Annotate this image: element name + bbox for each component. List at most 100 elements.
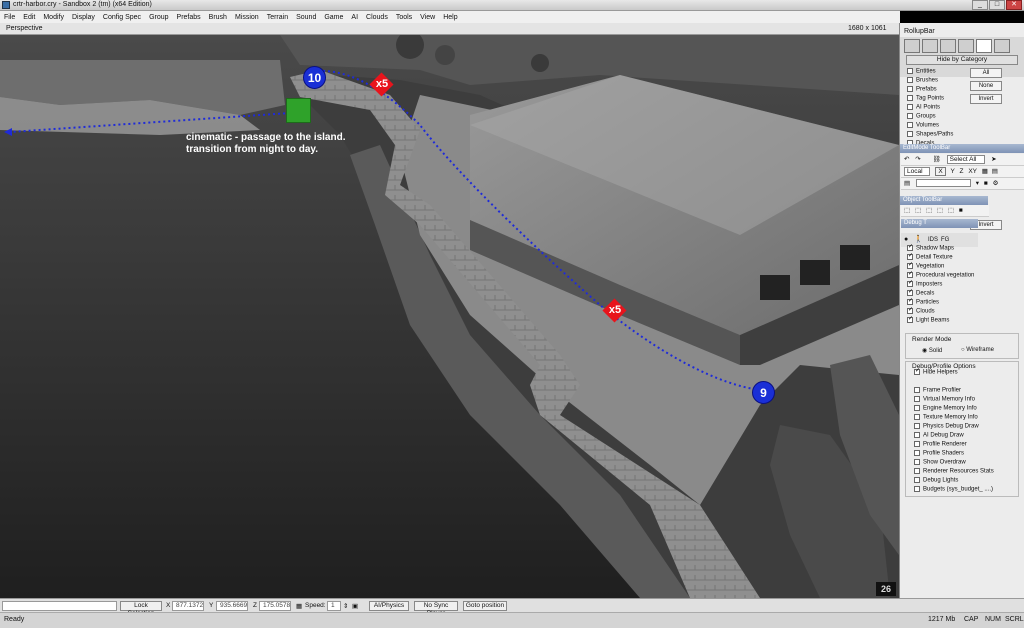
object-toolbar-title[interactable]: Object ToolBar (900, 196, 988, 205)
menu-clouds[interactable]: Clouds (362, 14, 392, 21)
opt-show-overdraw[interactable]: Show Overdraw (914, 459, 1024, 468)
hide-by-category-header[interactable]: Hide by Category (906, 55, 1018, 65)
menu-terrain[interactable]: Terrain (263, 14, 292, 21)
record-icon[interactable]: ● (904, 236, 908, 243)
menu-modify[interactable]: Modify (39, 14, 68, 21)
hide-helpers-checkbox[interactable]: Hide Helpers (914, 367, 1024, 378)
menu-config-spec[interactable]: Config Spec (99, 14, 145, 21)
opt-physics-debug-draw[interactable]: Physics Debug Draw (914, 423, 1024, 432)
debug-detail-texture[interactable]: Detail Texture (907, 252, 1017, 263)
settings-tab-icon[interactable] (994, 39, 1010, 53)
ai-physics-button[interactable]: AI/Physics (369, 601, 409, 611)
waypoint-9[interactable]: 9 (752, 381, 775, 404)
render-wireframe-radio[interactable]: ○ Wireframe (961, 347, 994, 353)
align-icon[interactable]: ⬚ (915, 207, 921, 214)
terrain-snap-icon[interactable]: ▦ (982, 168, 988, 175)
speed-field[interactable]: 1 (327, 601, 341, 611)
layer-icon[interactable]: ▤ (904, 180, 910, 187)
command-input[interactable] (2, 601, 117, 611)
none-button[interactable]: None (970, 81, 1002, 91)
minimize-button[interactable]: _ (972, 0, 988, 10)
menu-help[interactable]: Help (439, 14, 461, 21)
snap-icon[interactable]: ⬚ (926, 207, 932, 214)
menu-game[interactable]: Game (320, 14, 347, 21)
opt-engine-memory-info[interactable]: Engine Memory Info (914, 405, 1024, 414)
z-coordinate-field[interactable]: 175.0578 (259, 601, 291, 611)
close-button[interactable]: ✕ (1006, 0, 1022, 10)
camera-speed-icon[interactable]: ▣ (352, 602, 358, 610)
invert-button[interactable]: Invert (970, 94, 1002, 104)
menu-group[interactable]: Group (145, 14, 172, 21)
category-volumes[interactable]: Volumes (907, 122, 1017, 131)
debug-procedural-vegetation[interactable]: Procedural vegetation (907, 270, 1017, 281)
menu-display[interactable]: Display (68, 14, 99, 21)
redo-icon[interactable]: ↷ (915, 156, 920, 163)
freeze-icon[interactable]: ⬚ (937, 207, 943, 214)
opt-renderer-resources-stats[interactable]: Renderer Resources Stats (914, 468, 1024, 477)
reference-coord-select[interactable]: Local (904, 167, 930, 176)
modelling-tab-icon[interactable] (940, 39, 956, 53)
debug-shadow-maps[interactable]: Shadow Maps (907, 243, 1017, 254)
all-button[interactable]: All (970, 68, 1002, 78)
undo-icon[interactable]: ↶ (904, 156, 909, 163)
opt-profile-renderer[interactable]: Profile Renderer (914, 441, 1024, 450)
menu-brush[interactable]: Brush (205, 14, 231, 21)
fg-button[interactable]: FG (941, 237, 949, 243)
terrain-follow-icon[interactable]: ▦ (296, 602, 302, 610)
debug-light-beams[interactable]: Light Beams (907, 315, 1017, 326)
debug-imposters[interactable]: Imposters (907, 279, 1017, 290)
hide-icon[interactable]: ■ (959, 207, 963, 214)
opt-budgets[interactable]: Budgets (sys_budget_ ....) (914, 486, 1024, 495)
speed-spinner-icon[interactable]: ⇕ (343, 602, 348, 610)
menu-prefabs[interactable]: Prefabs (173, 14, 205, 21)
ai-walk-icon[interactable]: 🚶 (914, 235, 923, 243)
render-solid-radio[interactable]: ◉ Solid (922, 347, 942, 354)
category-ai-points[interactable]: AI Points (907, 104, 1017, 113)
viewport-name[interactable]: Perspective (6, 25, 43, 32)
axis-z-button[interactable]: Z (960, 168, 964, 175)
no-sync-player-button[interactable]: No Sync Player (414, 601, 458, 617)
menu-mission[interactable]: Mission (231, 14, 263, 21)
waypoint-10[interactable]: 10 (303, 66, 326, 89)
menu-view[interactable]: View (416, 14, 439, 21)
lock-selection-button[interactable]: Lock Selection (120, 601, 162, 617)
selection-filter-select[interactable]: Select All (946, 155, 986, 164)
category-shapes-paths[interactable]: Shapes/Paths (907, 131, 1017, 140)
opt-profile-shaders[interactable]: Profile Shaders (914, 450, 1024, 459)
trigger-marker[interactable] (286, 98, 311, 123)
maximize-button[interactable]: □ (989, 0, 1005, 10)
menu-tools[interactable]: Tools (392, 14, 416, 21)
debug-clouds[interactable]: Clouds (907, 306, 1017, 317)
menu-edit[interactable]: Edit (19, 14, 39, 21)
debug-particles[interactable]: Particles (907, 297, 1017, 308)
menu-ai[interactable]: AI (347, 14, 362, 21)
y-coordinate-field[interactable]: 935.6669 (216, 601, 248, 611)
menu-file[interactable]: File (0, 14, 19, 21)
axis-x-button[interactable]: X (935, 167, 946, 176)
display-tab-icon[interactable] (958, 39, 974, 53)
objects-tab-icon[interactable] (904, 39, 920, 53)
debug-vegetation[interactable]: Vegetation (907, 261, 1017, 272)
perspective-viewport[interactable]: cinematic - passage to the island. trans… (0, 35, 899, 598)
layer-select[interactable] (915, 179, 971, 188)
x-coordinate-field[interactable]: 877.1372 (172, 601, 204, 611)
debug-decals[interactable]: Decals (907, 288, 1017, 299)
opt-frame-profiler[interactable]: Frame Profiler (914, 387, 1024, 396)
camera-icon[interactable]: ■ (984, 180, 988, 187)
axis-xy-button[interactable]: XY (968, 168, 977, 175)
goto-position-button[interactable]: Goto position (463, 601, 507, 611)
category-groups[interactable]: Groups (907, 113, 1017, 122)
opt-texture-memory-info[interactable]: Texture Memory Info (914, 414, 1024, 423)
opt-ai-debug-draw[interactable]: AI Debug Draw (914, 432, 1024, 441)
vert-snap-icon[interactable]: ⬚ (948, 207, 954, 214)
opt-debug-lights[interactable]: Debug Lights (914, 477, 1024, 486)
settings-gear-icon[interactable]: ⚙ (993, 180, 999, 187)
ids-button[interactable]: IDS (928, 237, 938, 243)
dropdown-arrow-icon[interactable]: ▾ (976, 180, 979, 187)
editmode-toolbar-title[interactable]: EditMode ToolBar (900, 144, 1024, 153)
go-to-selected-icon[interactable]: ⬚ (904, 207, 910, 214)
debug-toolbar-title[interactable]: Debug T (901, 219, 978, 228)
layers-tab-icon[interactable] (976, 39, 992, 53)
opt-virtual-memory-info[interactable]: Virtual Memory Info (914, 396, 1024, 405)
pointer-icon[interactable]: ➤ (991, 156, 996, 163)
